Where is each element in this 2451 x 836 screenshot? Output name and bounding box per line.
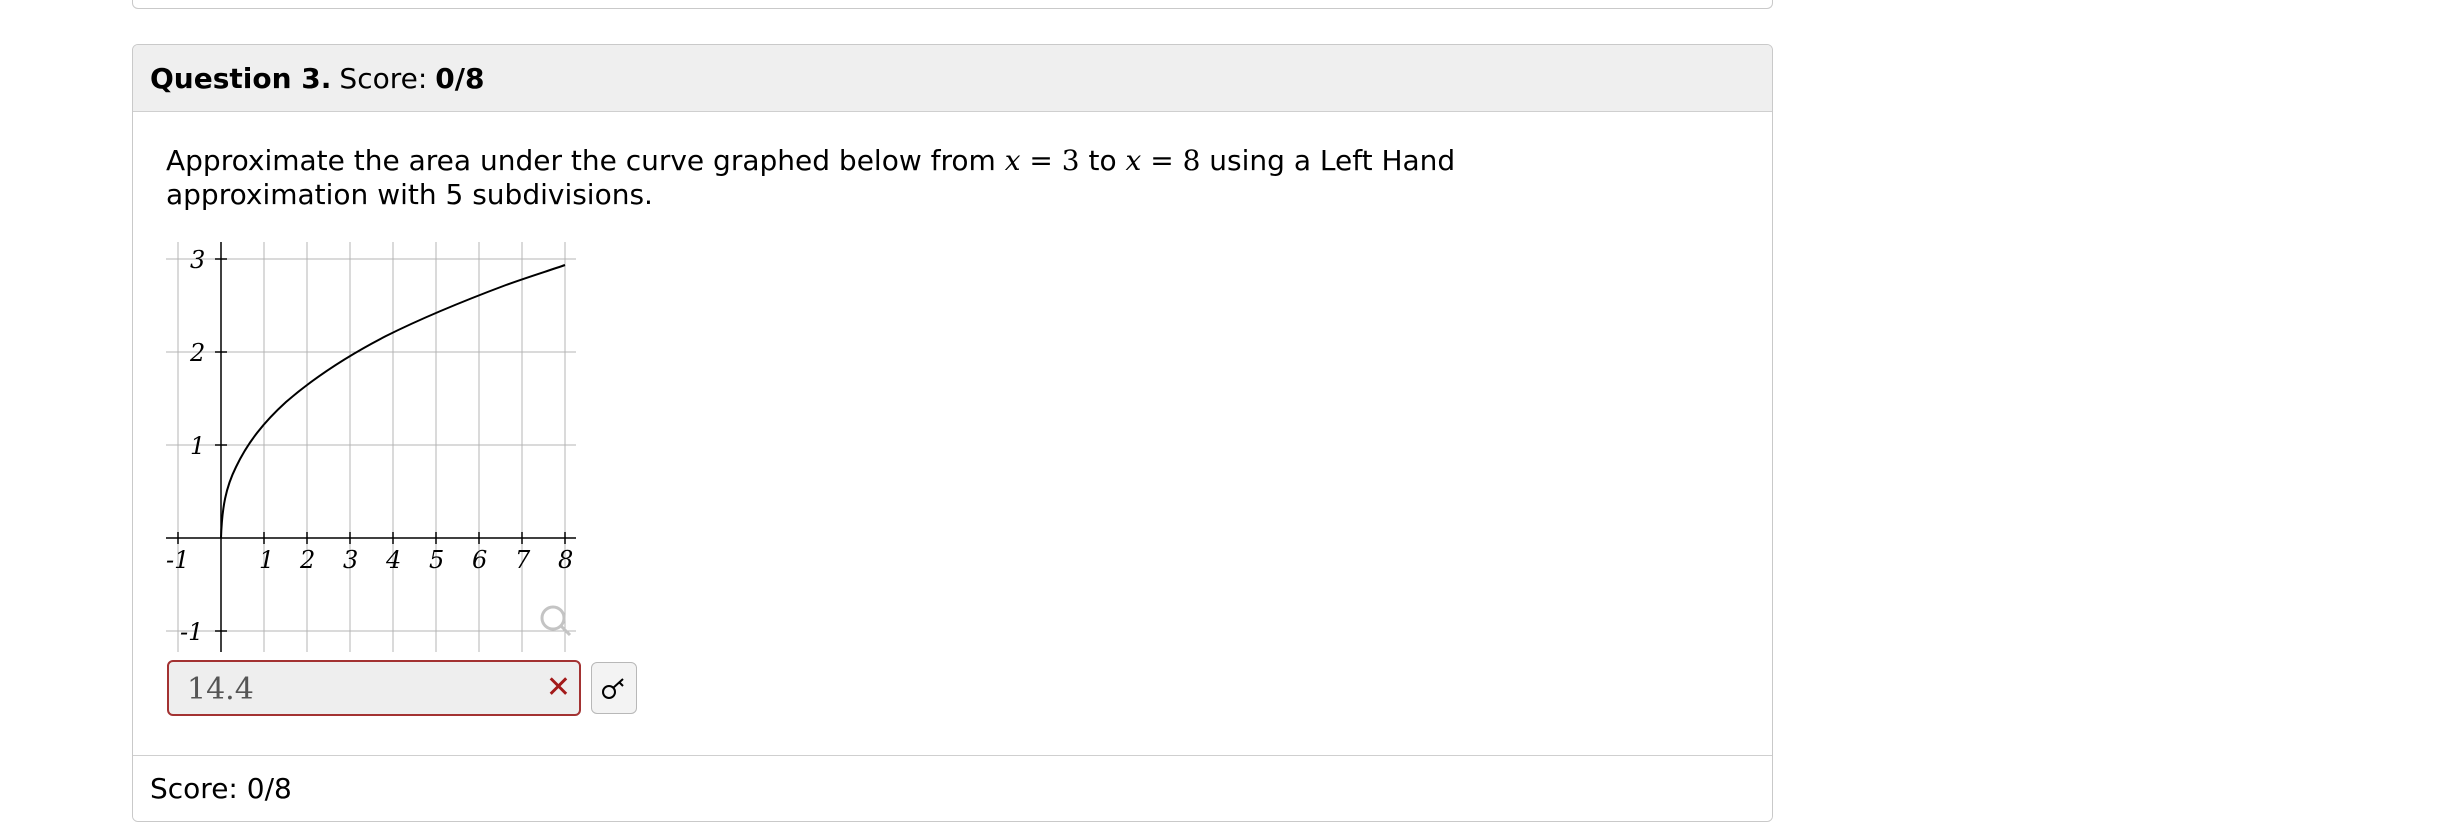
- question-score-prefix: Score:: [339, 61, 428, 95]
- y-tick-label: 1: [190, 432, 205, 460]
- question-prompt: Approximate the area under the curve gra…: [166, 144, 1455, 212]
- answer-value: 14.4: [187, 672, 254, 707]
- prompt-to-word: to: [1079, 144, 1126, 177]
- answer-input[interactable]: 14.4 ✕: [167, 660, 581, 716]
- graph-axes: [166, 242, 576, 652]
- x-tick-label: -1: [166, 546, 189, 574]
- y-tick-label: 2: [189, 339, 205, 367]
- graph-grid: [166, 242, 576, 652]
- x-tick-label: 4: [385, 546, 401, 574]
- footer-score: Score: 0/8: [150, 772, 292, 805]
- math-from-value: 3: [1061, 144, 1080, 177]
- x-tick-label: 5: [429, 546, 444, 574]
- x-tick-label: 3: [343, 546, 358, 574]
- y-tick-label: 3: [190, 246, 205, 274]
- prompt-text-line2: approximation with 5 subdivisions.: [166, 178, 653, 211]
- key-icon: [602, 678, 624, 699]
- question-footer: Score: 0/8: [133, 755, 1772, 821]
- x-tick-label: 2: [299, 546, 315, 574]
- question-label: Question 3.: [150, 61, 332, 95]
- prompt-text-2: using a Left Hand: [1200, 144, 1456, 177]
- x-tick-label: 8: [558, 546, 573, 574]
- math-eq-2: =: [1141, 144, 1183, 177]
- key-button[interactable]: [591, 662, 637, 714]
- question-body: Approximate the area under the curve gra…: [133, 112, 1772, 754]
- y-tick-label: -1: [180, 618, 203, 646]
- math-eq-1: =: [1020, 144, 1062, 177]
- x-tick-label: 7: [515, 546, 531, 574]
- math-x-var-2: x: [1125, 144, 1142, 177]
- previous-question-card: [132, 0, 1773, 9]
- x-tick-label: 6: [472, 546, 487, 574]
- x-icon: ✕: [545, 670, 571, 705]
- question-score-value: 0/8: [435, 61, 485, 95]
- math-x-var-1: x: [1004, 144, 1021, 177]
- prompt-text-1: Approximate the area under the curve gra…: [166, 144, 1005, 177]
- question-card: Question 3. Score: 0/8 Approximate the a…: [132, 44, 1773, 822]
- math-to-value: 8: [1182, 144, 1201, 177]
- function-graph[interactable]: -1 1 2 3 4 5 6 7 8 3 2 1 -1: [166, 242, 576, 652]
- x-tick-label: 1: [259, 546, 274, 574]
- question-header: Question 3. Score: 0/8: [133, 45, 1772, 112]
